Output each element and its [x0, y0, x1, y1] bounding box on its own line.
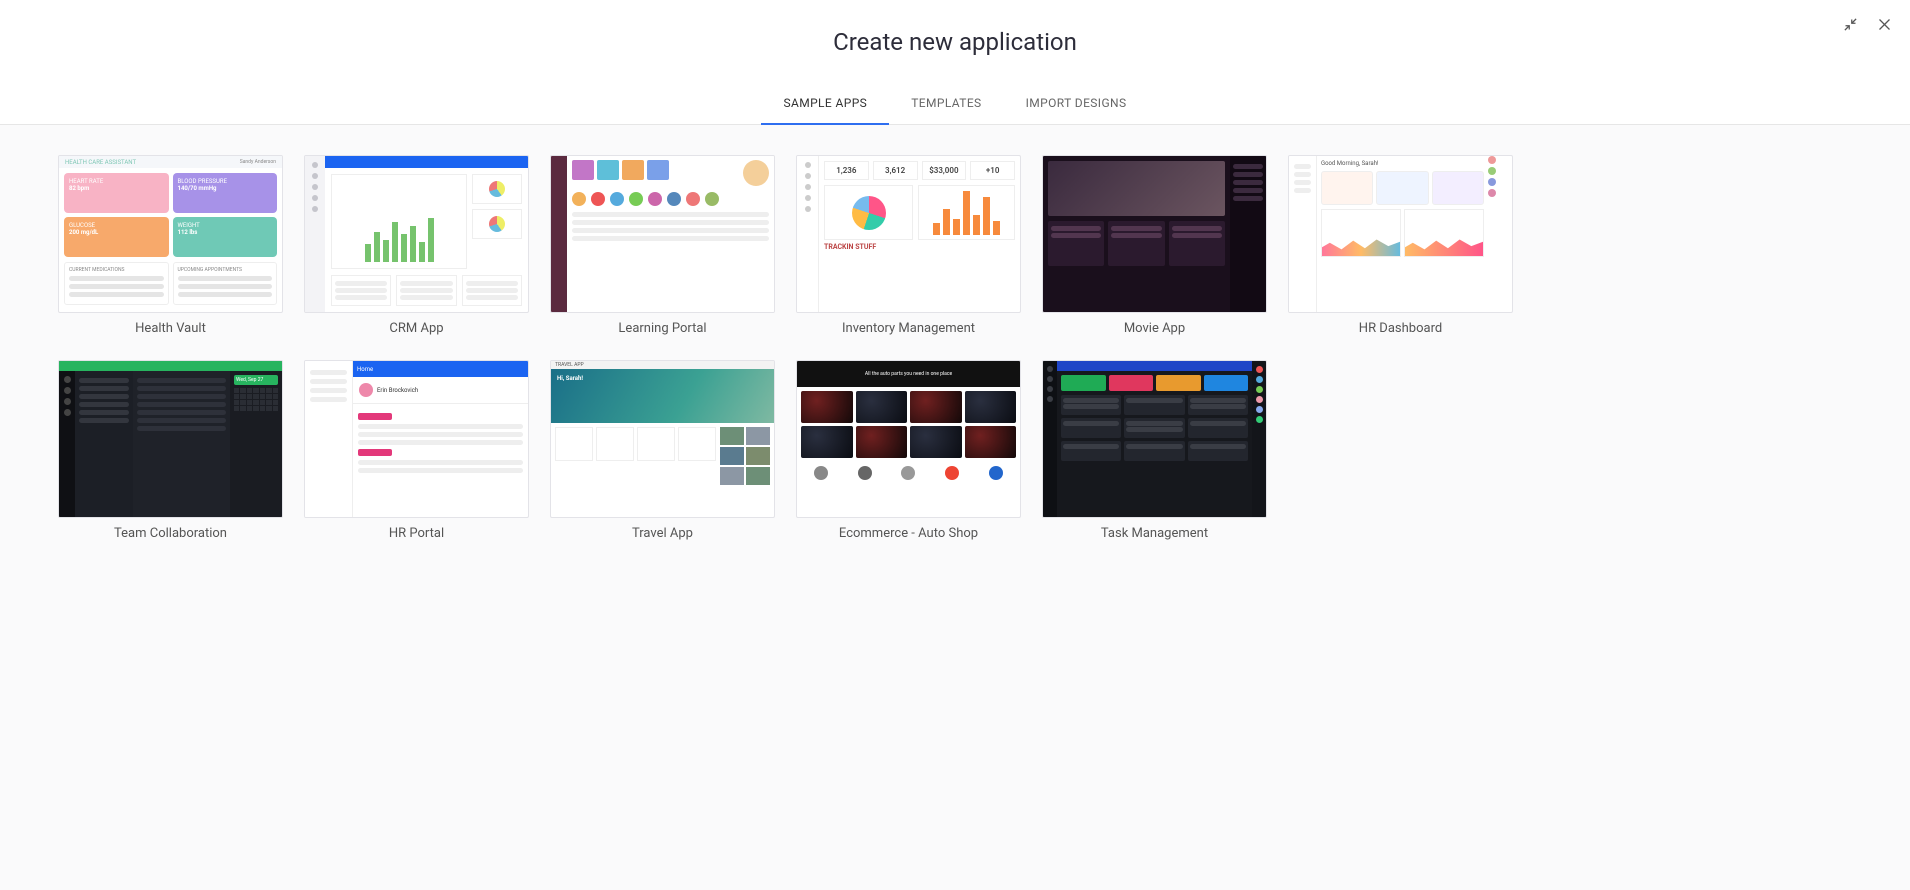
app-thumb — [1042, 155, 1267, 313]
tabs: SAMPLE APPS TEMPLATES IMPORT DESIGNS — [0, 84, 1910, 125]
tab-templates[interactable]: TEMPLATES — [889, 84, 1003, 124]
app-card-travel-app[interactable]: TRAVEL APP Hi, Sarah! — [550, 360, 775, 541]
app-label: Learning Portal — [618, 321, 706, 336]
app-label: Inventory Management — [842, 321, 975, 336]
tab-sample-apps[interactable]: SAMPLE APPS — [761, 84, 889, 124]
app-label: Movie App — [1124, 321, 1185, 336]
app-thumb: Home Erin Brockovich — [304, 360, 529, 518]
content-area: HEALTH CARE ASSISTANT Sandy Anderson HEA… — [0, 125, 1910, 890]
app-label: Task Management — [1101, 526, 1208, 541]
app-thumb: Good Morning, Sarah! — [1288, 155, 1513, 313]
app-label: Travel App — [632, 526, 693, 541]
thumb-brand: HEALTH CARE ASSISTANT — [65, 159, 136, 166]
app-card-hr-portal[interactable]: Home Erin Brockovich HR Portal — [304, 360, 529, 541]
app-card-task-management[interactable]: Task Management — [1042, 360, 1267, 541]
app-card-ecommerce-auto-shop[interactable]: All the auto parts you need in one place… — [796, 360, 1021, 541]
app-thumb — [550, 155, 775, 313]
app-card-inventory-management[interactable]: 1,236 3,612 $33,000 +10 — [796, 155, 1021, 336]
app-card-movie-app[interactable]: Movie App — [1042, 155, 1267, 336]
app-card-health-vault[interactable]: HEALTH CARE ASSISTANT Sandy Anderson HEA… — [58, 155, 283, 336]
app-card-team-collaboration[interactable]: Wed, Sep 27 Team Collaboration — [58, 360, 283, 541]
app-thumb: All the auto parts you need in one place — [796, 360, 1021, 518]
app-label: Health Vault — [135, 321, 206, 336]
tab-import-designs[interactable]: IMPORT DESIGNS — [1004, 84, 1149, 124]
modal-title: Create new application — [0, 28, 1910, 56]
thumb-user: Sandy Anderson — [240, 159, 276, 165]
app-label: Ecommerce - Auto Shop — [839, 526, 978, 541]
close-icon[interactable] — [1874, 14, 1894, 34]
app-thumb: HEALTH CARE ASSISTANT Sandy Anderson HEA… — [58, 155, 283, 313]
app-label: Team Collaboration — [114, 526, 227, 541]
app-label: HR Dashboard — [1359, 321, 1442, 336]
app-card-learning-portal[interactable]: Learning Portal — [550, 155, 775, 336]
app-label: HR Portal — [389, 526, 444, 541]
app-label: CRM App — [389, 321, 443, 336]
app-thumb — [304, 155, 529, 313]
app-thumb: 1,236 3,612 $33,000 +10 — [796, 155, 1021, 313]
minimize-icon[interactable] — [1840, 14, 1860, 34]
app-card-hr-dashboard[interactable]: Good Morning, Sarah! HR Dashboard — [1288, 155, 1513, 336]
app-card-crm-app[interactable]: CRM App — [304, 155, 529, 336]
app-thumb: Wed, Sep 27 — [58, 360, 283, 518]
app-thumb — [1042, 360, 1267, 518]
app-thumb: TRAVEL APP Hi, Sarah! — [550, 360, 775, 518]
